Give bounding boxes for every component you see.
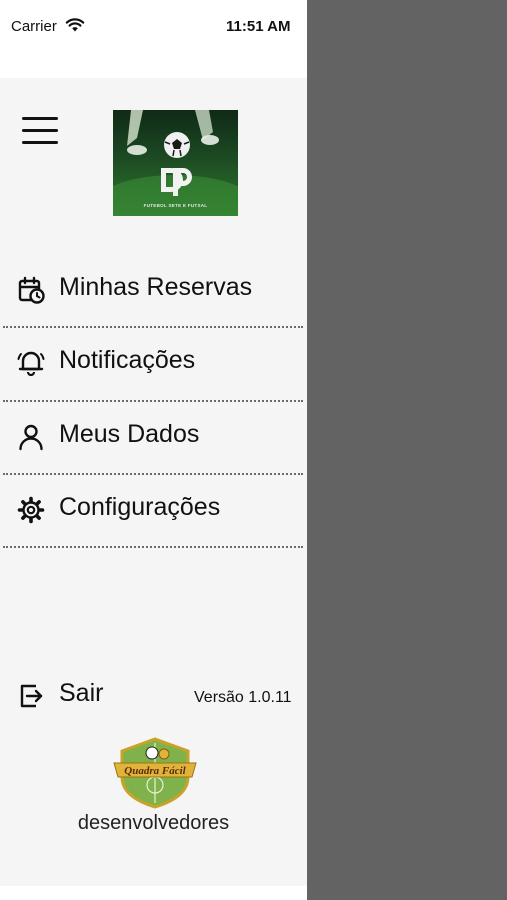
logout-label: Sair <box>59 679 104 707</box>
status-bar: Carrier 11:51 AM <box>0 0 307 78</box>
bell-icon <box>17 351 45 376</box>
hamburger-menu-icon[interactable] <box>22 117 60 149</box>
menu-item-meus-dados[interactable]: Meus Dados <box>0 402 307 472</box>
app-version: Versão 1.0.11 <box>194 689 292 706</box>
quadra-facil-badge: Quadra Fácil <box>113 737 197 809</box>
menu-item-label: Notificações <box>59 346 196 374</box>
gear-icon <box>17 496 45 524</box>
user-icon <box>19 424 43 451</box>
developer-label: desenvolvedores <box>77 812 230 834</box>
app-logo: FUTEBOL SETE E FUTSAL <box>113 110 238 216</box>
soccer-ball-logo-art <box>113 110 238 216</box>
logout-button[interactable]: Sair <box>0 660 180 730</box>
menu-item-notificacoes[interactable]: Notificações <box>0 328 307 398</box>
logout-icon <box>20 684 43 708</box>
menu-item-label: Minhas Reservas <box>59 273 253 301</box>
menu-item-label: Configurações <box>59 493 221 521</box>
menu-item-minhas-reservas[interactable]: Minhas Reservas <box>0 255 307 325</box>
logo-caption: FUTEBOL SETE E FUTSAL <box>143 203 208 208</box>
carrier-label: Carrier <box>11 18 57 35</box>
menu-separator <box>3 546 303 548</box>
calendar-clock-icon <box>18 276 45 304</box>
clock-time: 11:51 AM <box>226 18 291 35</box>
menu-item-label: Meus Dados <box>59 420 200 448</box>
drawer-overlay[interactable] <box>307 0 507 900</box>
menu-item-configuracoes[interactable]: Configurações <box>0 475 307 545</box>
side-drawer: Carrier 11:51 AM FUTEBOL SETE E FUTSAL M… <box>0 0 307 900</box>
badge-text: Quadra Fácil <box>124 765 186 777</box>
bottom-bar <box>0 886 307 900</box>
wifi-icon <box>65 18 85 32</box>
